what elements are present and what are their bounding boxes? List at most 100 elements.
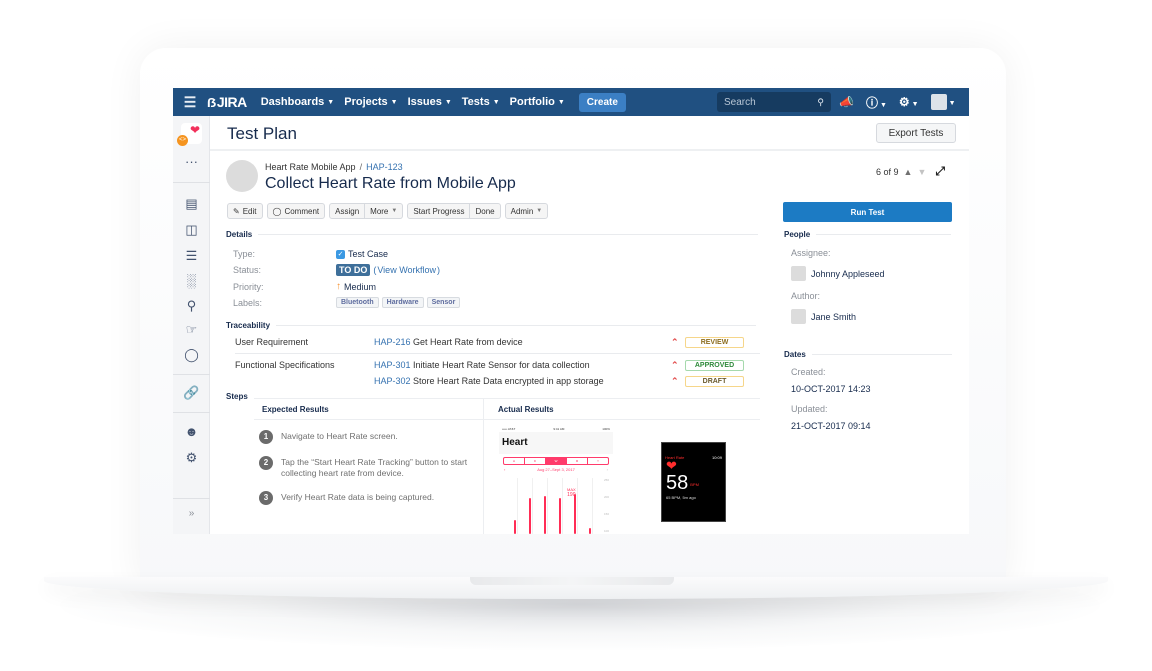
previous-issue-icon[interactable]: ▲ <box>904 167 913 177</box>
step-number: 1 <box>259 430 273 444</box>
nav-tests[interactable]: Tests ▼ <box>462 96 500 108</box>
page-header: Test Plan Export Tests <box>210 116 969 151</box>
phone-screenshot[interactable]: ••••• AT&T 9:41 AM 100% Heart H D W M Y … <box>499 426 613 534</box>
breadcrumb-project[interactable]: Heart Rate Mobile App <box>265 162 356 172</box>
link-icon[interactable]: 🔗 <box>173 385 210 401</box>
app-switcher-icon[interactable]: ☰ <box>173 94 207 111</box>
chart-gridline <box>592 478 593 534</box>
breadcrumb-issue-key[interactable]: HAP-123 <box>366 162 403 172</box>
start-progress-button[interactable]: Start Progress <box>407 203 471 219</box>
settings-icon[interactable]: ⚙ <box>173 450 210 466</box>
nav-right-tools: 📣 ⓘ ▼ ⚙ ▼ ▼ <box>839 88 956 116</box>
status-badge: TO DO <box>336 264 371 276</box>
run-test-button[interactable]: Run Test <box>783 202 952 222</box>
phone-date-range: ‹ Aug 27–Sept 3, 2017 › <box>504 467 608 472</box>
status-label: Status: <box>233 265 262 275</box>
chart-gridline <box>562 478 563 534</box>
nav-issues[interactable]: Issues ▼ <box>408 96 452 108</box>
phone-heart-chart: 250 200 150 100 MAX 190 <box>503 478 609 534</box>
reports-icon[interactable]: ░ <box>173 273 210 288</box>
heart-icon: ❤ <box>666 458 677 473</box>
chevron-down-icon: ▼ <box>879 101 887 109</box>
releases-icon[interactable]: ◯ <box>173 347 210 363</box>
y-tick: 250 <box>603 478 609 482</box>
feedback-megaphone-icon[interactable]: 📣 <box>839 95 854 109</box>
traceability-heading: Traceability <box>226 321 757 330</box>
watch-bpm: 58 BPM <box>666 472 699 494</box>
watch-screenshot[interactable]: Heart Rate 10:09 ❤ 58 BPM 65 BPM, 5m ago <box>661 442 726 522</box>
priority-value: ↑ Medium <box>336 281 377 292</box>
project-avatar[interactable]: ❤ <> <box>177 123 202 146</box>
trace-group-label: Functional Specifications <box>235 360 335 370</box>
sidebar-divider <box>173 374 210 375</box>
chart-gridline <box>577 478 578 534</box>
label-chip[interactable]: Bluetooth <box>336 297 379 308</box>
pencil-icon: ✎ <box>233 206 240 216</box>
columns-icon[interactable]: ◫ <box>173 222 210 238</box>
created-value: 10-OCT-2017 14:23 <box>791 384 871 394</box>
settings-menu[interactable]: ⚙ ▼ <box>899 95 919 109</box>
expand-sidebar-icon[interactable]: » <box>173 508 210 519</box>
trace-issue-key[interactable]: HAP-216 <box>374 337 411 347</box>
steps-table-header: Expected Results Actual Results <box>254 398 760 420</box>
help-menu[interactable]: ⓘ ▼ <box>866 94 887 111</box>
priority-medium-icon: ↑ <box>336 281 341 292</box>
label-chip[interactable]: Sensor <box>426 297 461 308</box>
search-input[interactable]: Search ⚲ <box>717 92 831 112</box>
trace-issue-key[interactable]: HAP-301 <box>374 360 411 370</box>
chevron-down-icon: ▼ <box>444 98 452 106</box>
avatar <box>791 309 806 324</box>
type-label: Type: <box>233 249 256 259</box>
details-heading: Details <box>226 230 759 239</box>
assign-button[interactable]: Assign <box>329 203 366 219</box>
export-tests-button[interactable]: Export Tests <box>876 123 956 143</box>
create-button[interactable]: Create <box>578 92 626 112</box>
view-workflow-link[interactable]: View Workflow <box>377 265 436 275</box>
edit-button[interactable]: ✎ Edit <box>227 203 263 219</box>
step-item: 2 Tap the “Start Heart Rate Tracking” bu… <box>259 456 491 479</box>
phone-segment-control: H D W M Y <box>503 457 609 465</box>
backlog-icon[interactable]: ☰ <box>173 248 210 264</box>
profile-menu[interactable]: ▼ <box>930 94 956 110</box>
step-text: Verify Heart Rate data is being captured… <box>281 492 435 502</box>
chevron-down-icon: ▼ <box>492 98 500 106</box>
chevron-down-icon: ▼ <box>557 98 565 106</box>
components-icon[interactable]: ☞ <box>173 322 210 338</box>
board-icon[interactable]: ▤ <box>173 196 210 212</box>
status-badge: DRAFT <box>685 376 744 387</box>
nav-portfolio[interactable]: Portfolio ▼ <box>510 96 565 108</box>
expand-icon[interactable]: ⤢ <box>935 164 945 179</box>
step-item: 3 Verify Heart Rate data is being captur… <box>259 491 491 505</box>
top-navigation: ☰ ẞ JIRA Dashboards ▼ Projects ▼ Issues ▼ T… <box>173 88 969 116</box>
project-sidebar: ❤ <> ··· ▤ ◫ ☰ ░ ⚲ ☞ ◯ 🔗 ☻ ⚙ » <box>173 116 210 534</box>
add-user-icon[interactable]: ☻ <box>173 424 210 439</box>
assignee-value[interactable]: Johnny Appleseed <box>791 266 885 281</box>
assignee-label: Assignee: <box>791 248 831 258</box>
more-icon[interactable]: ··· <box>173 154 210 169</box>
author-value[interactable]: Jane Smith <box>791 309 856 324</box>
heart-icon: ❤ <box>189 123 200 137</box>
chart-bar <box>574 494 576 534</box>
avatar <box>930 94 947 110</box>
comment-button[interactable]: ◯ Comment <box>266 203 326 219</box>
step-item: 1 Navigate to Heart Rate screen. <box>259 430 491 444</box>
trace-issue: HAP-302 Store Heart Rate Data encrypted … <box>374 376 604 386</box>
nav-dashboards[interactable]: Dashboards ▼ <box>261 96 335 108</box>
chart-bar <box>589 528 591 534</box>
updated-label: Updated: <box>791 404 828 414</box>
jira-logo[interactable]: ẞ JIRA <box>207 94 247 110</box>
dates-heading: Dates <box>784 350 952 359</box>
admin-button[interactable]: Admin ▼ <box>504 203 549 219</box>
laptop-notch <box>470 577 674 585</box>
more-button[interactable]: More ▼ <box>365 203 404 219</box>
label-chip[interactable]: Hardware <box>381 297 424 308</box>
done-button[interactable]: Done <box>470 203 501 219</box>
chart-gridline <box>517 478 518 534</box>
trace-issue-key[interactable]: HAP-302 <box>374 376 411 386</box>
test-search-icon[interactable]: ⚲ <box>173 298 210 314</box>
actual-results-header: Actual Results <box>498 405 554 414</box>
chevron-down-icon: ▼ <box>536 208 543 214</box>
next-issue-icon[interactable]: ▼ <box>917 167 926 177</box>
status-badge: REVIEW <box>685 337 744 348</box>
nav-projects[interactable]: Projects ▼ <box>344 96 397 108</box>
